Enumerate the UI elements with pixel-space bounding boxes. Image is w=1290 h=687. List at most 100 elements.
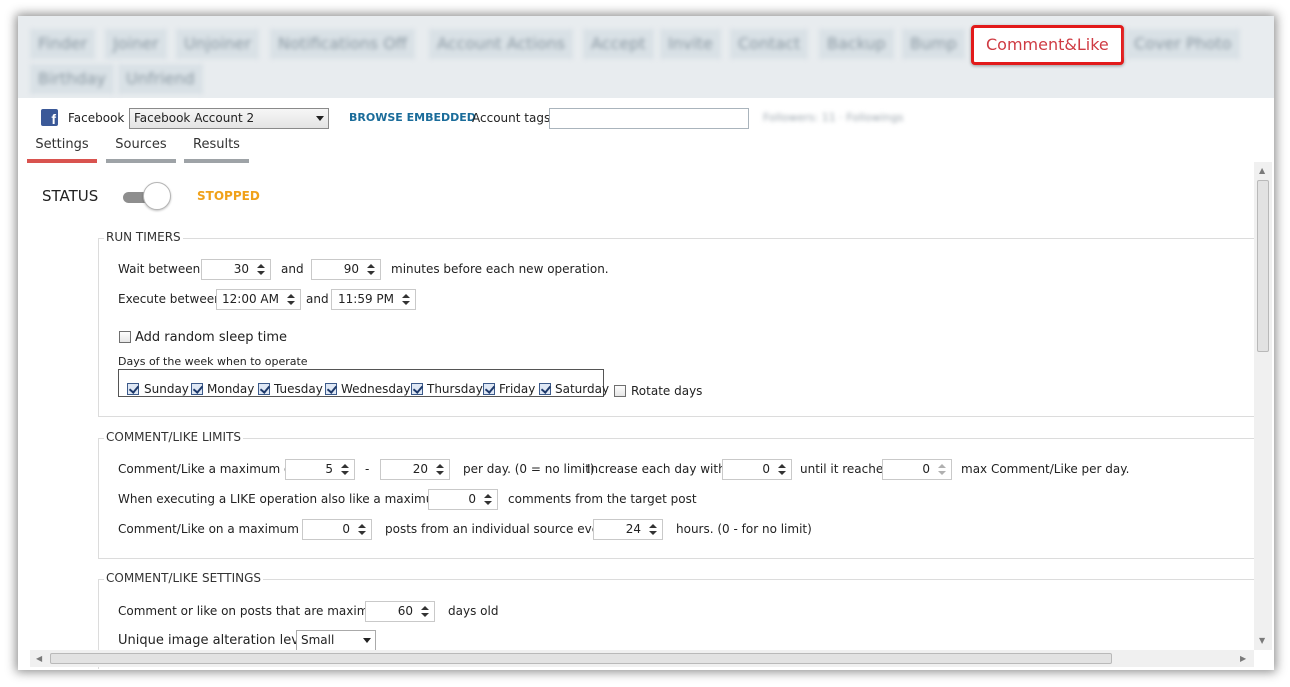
spin-up-icon[interactable] [287,294,295,298]
spin-down-icon[interactable] [358,531,366,535]
execute-to-value: 11:59 PM [338,292,394,306]
max-to-stepper[interactable]: 20 [380,459,450,480]
tab-contact[interactable]: Contact [730,29,809,59]
until-stepper[interactable]: 0 [882,459,952,480]
account-select[interactable]: Facebook Account 2 [129,108,329,129]
subtab-underline [184,159,249,163]
tab-unjoiner[interactable]: Unjoiner [176,29,260,59]
tab-joiner[interactable]: Joiner [105,29,167,59]
day-checkbox-friday[interactable] [483,383,495,395]
spin-down-icon[interactable] [778,471,786,475]
hours-value: 24 [625,522,641,536]
account-tags-label: Account tags: [472,111,555,125]
age-suffix: days old [448,604,499,618]
tab-account-actions[interactable]: Account Actions [429,29,574,59]
tab-birthday[interactable]: Birthday [30,64,114,94]
increase-label: Increase each day with [587,462,726,476]
days-label: Days of the week when to operate [118,355,308,368]
rotate-days-checkbox[interactable] [614,385,626,397]
wait-max-stepper[interactable]: 90 [311,259,381,280]
execute-from-stepper[interactable]: 12:00 AM [216,289,301,310]
tab-bump[interactable]: Bump [902,29,965,59]
day-checkbox-thursday[interactable] [411,383,423,395]
subtab-results[interactable]: Results [184,137,249,163]
spin-down-icon[interactable] [402,301,410,305]
account-tags-input[interactable] [549,108,749,129]
account-select-value: Facebook Account 2 [134,111,255,125]
day-label-saturday[interactable]: Saturday [555,382,609,396]
posts-stepper[interactable]: 0 [302,519,372,540]
spin-up-icon[interactable] [778,464,786,468]
alteration-select-value: Small [301,633,335,647]
scroll-left-icon[interactable]: ◀ [36,654,42,663]
horizontal-scroll-thumb[interactable] [50,653,1112,664]
spin-down-icon[interactable] [484,501,492,505]
day-label-wednesday[interactable]: Wednesday [341,382,410,396]
day-label-monday[interactable]: Monday [207,382,254,396]
module-tab-strip: Finder Joiner Unjoiner Notifications Off… [18,16,1274,98]
spin-down-icon[interactable] [436,471,444,475]
spin-down-icon[interactable] [287,301,295,305]
spin-up-icon[interactable] [367,264,375,268]
spin-down-icon[interactable] [367,271,375,275]
spin-up-icon[interactable] [938,464,946,468]
like-also-stepper[interactable]: 0 [428,489,498,510]
day-checkbox-saturday[interactable] [539,383,551,395]
spin-up-icon[interactable] [341,464,349,468]
hours-stepper[interactable]: 24 [593,519,663,540]
spin-down-icon[interactable] [649,531,657,535]
spin-up-icon[interactable] [358,524,366,528]
day-checkbox-sunday[interactable] [127,383,139,395]
tab-backup[interactable]: Backup [819,29,894,59]
spin-up-icon[interactable] [649,524,657,528]
like-also-suffix: comments from the target post [508,492,697,506]
day-checkbox-monday[interactable] [191,383,203,395]
spin-up-icon[interactable] [421,606,429,610]
increase-stepper[interactable]: 0 [722,459,792,480]
spin-down-icon[interactable] [257,271,265,275]
day-label-sunday[interactable]: Sunday [144,382,189,396]
tab-notifications-off[interactable]: Notifications Off [270,29,415,59]
spin-up-icon[interactable] [402,294,410,298]
alteration-label: Unique image alteration level [118,633,311,648]
spin-down-icon[interactable] [341,471,349,475]
tab-comment-like[interactable]: Comment&Like [971,25,1124,65]
follower-stats: Followers: 11 · Followings [763,111,904,124]
day-label-friday[interactable]: Friday [499,382,535,396]
day-label-thursday[interactable]: Thursday [427,382,483,396]
tab-accept[interactable]: Accept [583,29,654,59]
vertical-scroll-thumb[interactable] [1257,180,1269,352]
wait-min-stepper[interactable]: 30 [201,259,271,280]
age-stepper[interactable]: 60 [365,601,435,622]
random-sleep-label[interactable]: Add random sleep time [135,330,287,345]
app-window: Finder Joiner Unjoiner Notifications Off… [18,16,1274,670]
tab-finder[interactable]: Finder [30,29,96,59]
day-label-tuesday[interactable]: Tuesday [274,382,323,396]
rotate-days-label[interactable]: Rotate days [631,384,702,398]
spin-up-icon[interactable] [484,494,492,498]
wait-min-value: 30 [233,262,249,276]
scroll-right-icon[interactable]: ▶ [1240,654,1246,663]
tab-unfriend[interactable]: Unfriend [118,64,203,94]
random-sleep-checkbox[interactable] [119,331,131,343]
day-checkbox-tuesday[interactable] [258,383,270,395]
subtab-settings-label: Settings [35,137,89,152]
spin-down-icon[interactable] [938,471,946,475]
browse-embedded-link[interactable]: BROWSE EMBEDDED [349,111,476,124]
max-from-stepper[interactable]: 5 [285,459,355,480]
subtab-sources-label: Sources [115,137,167,152]
day-checkbox-wednesday[interactable] [325,383,337,395]
scroll-down-icon[interactable]: ▼ [1259,636,1265,645]
tab-cover-photo[interactable]: Cover Photo [1126,29,1240,59]
spin-up-icon[interactable] [436,464,444,468]
subtab-settings[interactable]: Settings [27,137,97,163]
subtab-sources[interactable]: Sources [106,137,176,163]
spin-down-icon[interactable] [421,613,429,617]
tab-invite[interactable]: Invite [660,29,721,59]
toggle-knob[interactable] [143,182,171,210]
execute-to-stepper[interactable]: 11:59 PM [331,289,416,310]
spin-up-icon[interactable] [257,264,265,268]
subtab-results-label: Results [193,137,240,152]
alteration-select[interactable]: Small [296,630,376,651]
scroll-up-icon[interactable]: ▲ [1259,166,1265,175]
